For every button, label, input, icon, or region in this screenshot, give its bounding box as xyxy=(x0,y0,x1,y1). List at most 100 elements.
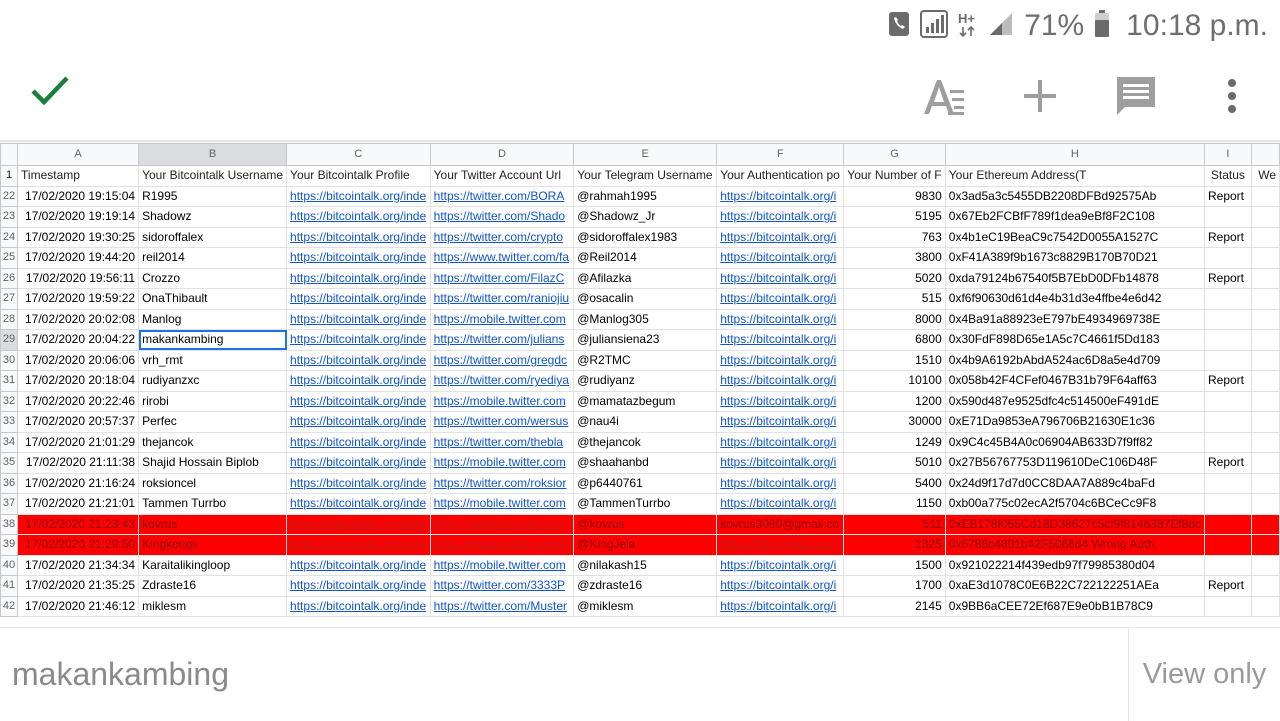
twitter-link-cell[interactable]: https://twitter.com/crypto xyxy=(429,226,575,248)
status-cell[interactable] xyxy=(1203,472,1252,494)
column-header-c[interactable]: C xyxy=(286,143,431,166)
empty-cell[interactable] xyxy=(1250,452,1280,474)
profile-link-cell[interactable]: https://bitcointalk.org/inde xyxy=(286,288,431,310)
twitter-link-cell[interactable]: https://mobile.twitter.com xyxy=(429,493,575,515)
username-cell[interactable]: Karaitalikingloop xyxy=(138,554,288,576)
timestamp-cell[interactable]: 17/02/2020 19:44:20 xyxy=(17,247,140,269)
telegram-cell[interactable]: @rudiyanz xyxy=(573,370,718,392)
auth-link-cell[interactable]: https://bitcointalk.org/i xyxy=(716,329,845,351)
timestamp-cell[interactable]: 17/02/2020 20:06:06 xyxy=(17,349,140,371)
timestamp-cell[interactable]: 17/02/2020 21:29:50 xyxy=(17,534,140,556)
username-cell[interactable]: sidoroffalex xyxy=(138,226,288,248)
profile-link-cell[interactable]: https://bitcointalk.org/inde xyxy=(286,554,431,576)
telegram-cell[interactable]: @KingJela xyxy=(573,534,718,556)
row-header[interactable]: 25 xyxy=(0,247,19,269)
timestamp-cell[interactable]: 17/02/2020 20:02:08 xyxy=(17,308,140,330)
status-cell[interactable]: Report xyxy=(1203,267,1252,289)
auth-link-cell[interactable]: https://bitcointalk.org/i xyxy=(716,206,845,228)
telegram-cell[interactable]: @TammenTurrbo xyxy=(573,493,718,515)
username-cell[interactable]: Manlog xyxy=(138,308,288,330)
column-header-f[interactable]: F xyxy=(716,143,845,166)
username-cell[interactable]: reil2014 xyxy=(138,247,288,269)
followers-cell[interactable]: 1150 xyxy=(843,493,946,515)
status-cell[interactable]: Report xyxy=(1203,226,1252,248)
empty-cell[interactable] xyxy=(1250,575,1280,597)
twitter-link-cell[interactable]: https://twitter.com/Muster xyxy=(429,595,575,617)
twitter-link-cell[interactable]: https://twitter.com/kovrus xyxy=(429,513,575,535)
username-cell[interactable]: Kingkongs xyxy=(138,534,288,556)
profile-link-cell[interactable]: https://bitcointalk.org/inde xyxy=(286,472,431,494)
empty-cell[interactable] xyxy=(1250,267,1280,289)
profile-link-cell[interactable]: https://bitcointalk.org/inde xyxy=(286,349,431,371)
followers-cell[interactable]: 3800 xyxy=(843,247,946,269)
eth-address-cell[interactable]: 0x058b42F4CFef0467B31b79F64aff63 xyxy=(944,370,1205,392)
auth-link-cell[interactable]: https://bitcointalk.org/i xyxy=(716,575,845,597)
empty-cell[interactable] xyxy=(1250,329,1280,351)
empty-cell[interactable] xyxy=(1250,247,1280,269)
followers-cell[interactable]: 9830 xyxy=(843,185,946,207)
eth-address-cell[interactable]: 0x590d487e9525dfc4c514500eF491dE xyxy=(944,390,1205,412)
eth-address-cell[interactable]: 0xE71Da9853eA796706B21630E1c36 xyxy=(944,411,1205,433)
timestamp-cell[interactable]: 17/02/2020 19:56:11 xyxy=(17,267,140,289)
followers-cell[interactable]: 10100 xyxy=(843,370,946,392)
timestamp-cell[interactable]: 17/02/2020 19:15:04 xyxy=(17,185,140,207)
eth-address-cell[interactable]: 0x27B56767753D119610DeC106D48F xyxy=(944,452,1205,474)
auth-link-cell[interactable]: https://bitcointalk.org/i xyxy=(716,452,845,474)
header-cell-auth[interactable]: Your Authentication po xyxy=(716,165,845,187)
auth-link-cell[interactable]: https://bitcointalk.org/i xyxy=(716,349,845,371)
telegram-cell[interactable]: @Afilazka xyxy=(573,267,718,289)
telegram-cell[interactable]: @nau4i xyxy=(573,411,718,433)
insert-button[interactable] xyxy=(1012,70,1068,126)
auth-link-cell[interactable]: https://bitcointalk.org/i xyxy=(716,411,845,433)
column-header-a[interactable]: A xyxy=(17,143,140,166)
empty-cell[interactable] xyxy=(1250,349,1280,371)
telegram-cell[interactable]: @p6440761 xyxy=(573,472,718,494)
auth-link-cell[interactable]: https://bitcointalk.org/i xyxy=(716,431,845,453)
eth-address-cell[interactable]: 0x4Ba91a88923eE797bE4934969738E xyxy=(944,308,1205,330)
empty-cell[interactable] xyxy=(1250,431,1280,453)
row-header[interactable]: 36 xyxy=(0,472,19,494)
followers-cell[interactable]: 1200 xyxy=(843,390,946,412)
profile-link-cell[interactable]: https://bitcointalk.org/inde xyxy=(286,247,431,269)
eth-address-cell[interactable]: 0x9C4c45B4A0c06904AB633D7f9ff82 xyxy=(944,431,1205,453)
column-header-g[interactable]: G xyxy=(843,143,946,166)
username-cell[interactable]: Tammen Turrbo xyxy=(138,493,288,515)
eth-address-cell[interactable]: 0x4b1eC19BeaC9c7542D0055A1527C xyxy=(944,226,1205,248)
column-header-d[interactable]: D xyxy=(429,143,575,166)
twitter-link-cell[interactable]: https://www.twitter.com/Ki xyxy=(429,534,575,556)
telegram-cell[interactable]: @shaahanbd xyxy=(573,452,718,474)
telegram-cell[interactable]: @Shadowz_Jr xyxy=(573,206,718,228)
telegram-cell[interactable]: @nilakash15 xyxy=(573,554,718,576)
header-cell-eth[interactable]: Your Ethereum Address(T xyxy=(944,165,1205,187)
empty-cell[interactable] xyxy=(1250,534,1280,556)
profile-link-cell[interactable]: https://bitcointalk.org/inde xyxy=(286,329,431,351)
status-cell[interactable] xyxy=(1203,329,1252,351)
profile-link-cell[interactable]: https://bitcointalk.org/inde xyxy=(286,452,431,474)
done-button[interactable] xyxy=(30,74,82,120)
column-header-i[interactable]: I xyxy=(1203,143,1252,166)
auth-link-cell[interactable]: https://bitcointalk.org/i xyxy=(716,390,845,412)
column-header-b[interactable]: B xyxy=(138,143,288,166)
timestamp-cell[interactable]: 17/02/2020 21:23:43 xyxy=(17,513,140,535)
header-cell-telegram[interactable]: Your Telegram Username xyxy=(573,165,718,187)
more-options-button[interactable] xyxy=(1204,70,1260,126)
auth-link-cell[interactable]: https://bitcointalk.org/i xyxy=(716,288,845,310)
eth-address-cell[interactable]: 0xb00a775c02ecA2f5704c6BCeCc9F8 xyxy=(944,493,1205,515)
timestamp-cell[interactable]: 17/02/2020 21:16:24 xyxy=(17,472,140,494)
row-header[interactable]: 28 xyxy=(0,308,19,330)
auth-link-cell[interactable]: https://bitcointalk.org/i xyxy=(716,185,845,207)
row-header[interactable]: 34 xyxy=(0,431,19,453)
profile-link-cell[interactable]: https://bitcointalk.org/inde xyxy=(286,390,431,412)
timestamp-cell[interactable]: 17/02/2020 19:30:25 xyxy=(17,226,140,248)
username-cell[interactable]: R1995 xyxy=(138,185,288,207)
eth-address-cell[interactable]: 0x4b9A6192bAbdA524ac6D8a5e4d709 xyxy=(944,349,1205,371)
text-format-button[interactable] xyxy=(916,70,972,126)
row-header[interactable]: 42 xyxy=(0,595,19,617)
status-cell[interactable] xyxy=(1203,534,1252,556)
eth-address-cell[interactable]: 0x921022214f439edb97f79985380d04 xyxy=(944,554,1205,576)
username-cell[interactable]: Zdraste16 xyxy=(138,575,288,597)
auth-link-cell[interactable]: https://bitcointalk.org/i xyxy=(716,493,845,515)
empty-cell[interactable] xyxy=(1250,595,1280,617)
timestamp-cell[interactable]: 17/02/2020 20:57:37 xyxy=(17,411,140,433)
twitter-link-cell[interactable]: https://mobile.twitter.com xyxy=(429,390,575,412)
